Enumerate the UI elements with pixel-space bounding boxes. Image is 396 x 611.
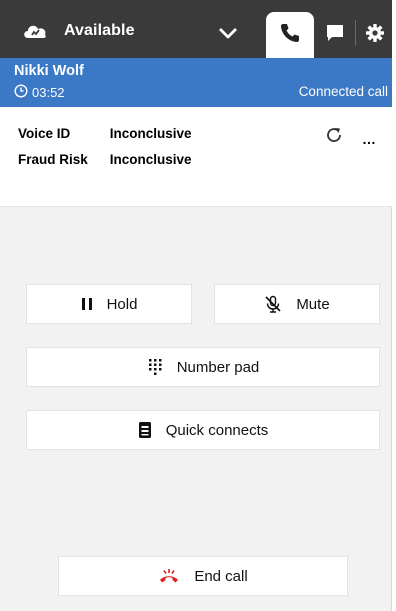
tab-chat[interactable] [316,12,354,58]
phone-icon [279,22,301,49]
hold-label: Hold [106,295,138,313]
tab-phone[interactable] [266,12,314,58]
gear-icon [365,23,385,48]
agent-status-dropdown[interactable]: Available [0,0,262,58]
chevron-down-icon [218,26,238,39]
refresh-icon[interactable] [324,125,344,145]
quick-connects-button[interactable]: Quick connects [26,410,380,450]
voice-id-value: Inconclusive [109,126,192,141]
voice-id-row: Voice ID Inconclusive [18,126,192,141]
hang-up-icon [158,568,180,584]
timer-value: 03:52 [32,85,65,100]
end-call-label: End call [194,567,248,585]
number-pad-label: Number pad [176,358,260,376]
voice-id-label: Voice ID [18,126,71,141]
hold-button[interactable]: Hold [26,284,192,324]
pause-icon [81,297,93,311]
caller-name: Nikki Wolf [14,63,84,79]
chat-icon [325,23,345,48]
mic-off-icon [264,295,282,313]
mute-label: Mute [296,295,330,313]
clock-icon [14,84,28,101]
mute-button[interactable]: Mute [214,284,380,324]
cloud-phone-icon [22,22,48,40]
tab-settings[interactable] [358,12,392,58]
call-status: Connected call [298,84,388,99]
call-header: Nikki Wolf 03:52 Connected call [0,58,392,107]
top-bar: Available [0,0,392,58]
agent-status-label: Available [64,22,135,39]
call-timer: 03:52 [14,84,65,101]
voice-id-panel: Voice ID Inconclusive Fraud Risk Inconcl… [0,107,392,207]
fraud-risk-label: Fraud Risk [18,152,88,167]
quick-connects-label: Quick connects [165,421,269,439]
divider [355,20,356,46]
end-call-button[interactable]: End call [58,556,348,596]
address-book-icon [138,421,152,439]
contact-control-panel: Available Nikki Wolf 03:52 Connected cal… [0,0,392,611]
number-pad-button[interactable]: Number pad [26,347,380,387]
keypad-icon [147,358,163,376]
fraud-risk-value: Inconclusive [109,152,192,167]
more-options-button[interactable]: … [362,131,377,147]
fraud-risk-row: Fraud Risk Inconclusive [18,152,192,167]
